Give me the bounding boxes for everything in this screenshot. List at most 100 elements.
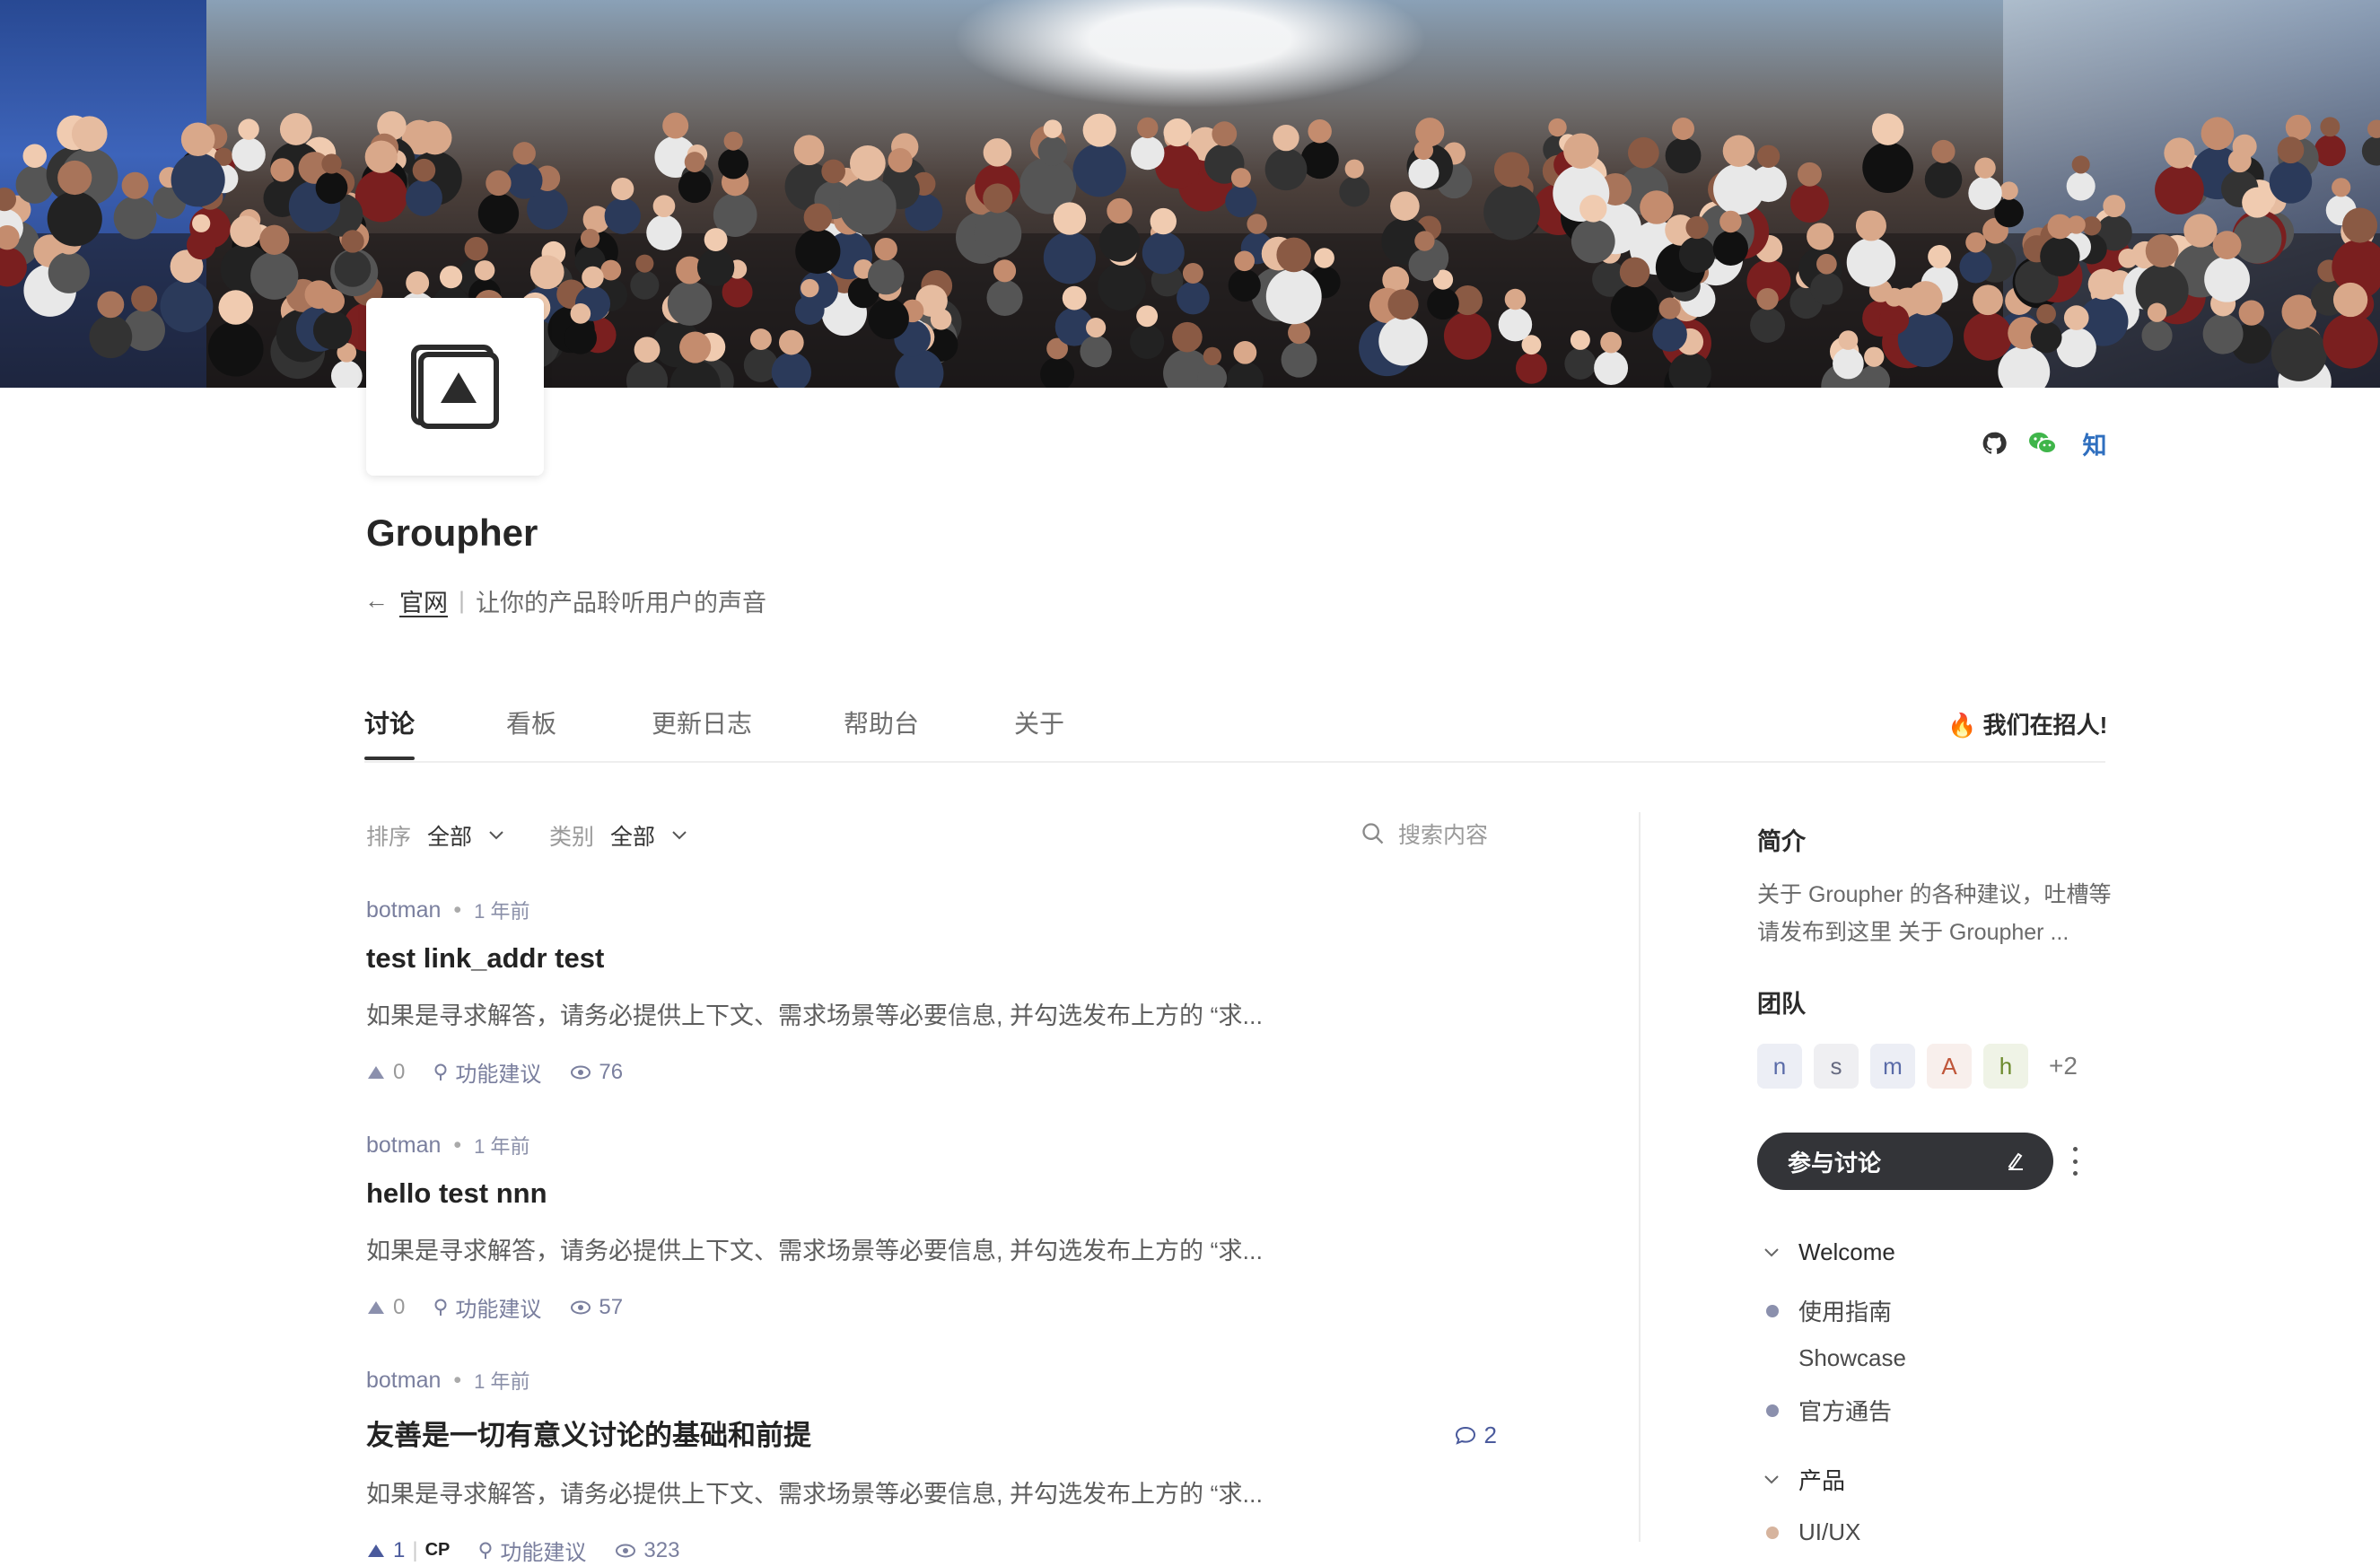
- tab-helpdesk[interactable]: 帮助台: [844, 704, 919, 740]
- upvote-triangle-icon: [368, 1300, 384, 1314]
- nav-group-product[interactable]: 产品: [1763, 1463, 1845, 1496]
- chevron-down-icon: [672, 831, 687, 840]
- join-label: 参与讨论: [1788, 1149, 1882, 1177]
- post-stats: 1 | CP 功能建议 323: [366, 1535, 1497, 1566]
- sort-filter[interactable]: 排序 全部: [366, 819, 504, 852]
- comments-value: 2: [1483, 1422, 1497, 1448]
- more-options-icon[interactable]: [2064, 1147, 2086, 1176]
- hiring-label: 我们在招人!: [1982, 712, 2108, 739]
- meta-dot: •: [453, 1367, 462, 1393]
- post-title[interactable]: 友善是一切有意义讨论的基础和前提: [366, 1413, 1497, 1453]
- page-title: Groupher: [366, 512, 538, 554]
- search-placeholder: 搜索内容: [1398, 823, 1489, 848]
- chevron-down-icon: [489, 831, 503, 840]
- bullet-dot: [1766, 1404, 1779, 1417]
- tab-discussion[interactable]: 讨论: [364, 704, 415, 740]
- avatar[interactable]: n: [1757, 1044, 1802, 1089]
- nav-group-label: 产品: [1798, 1467, 1846, 1494]
- back-arrow-icon[interactable]: ←: [364, 587, 389, 615]
- post-title[interactable]: hello test nnn: [366, 1177, 1497, 1210]
- nav-item-announcement[interactable]: 官方通告: [1766, 1394, 1892, 1427]
- eye-icon: [616, 1544, 636, 1557]
- eye-icon: [571, 1065, 591, 1079]
- tabs-divider: [364, 761, 2105, 763]
- tab-changelog[interactable]: 更新日志: [652, 704, 752, 740]
- post-item[interactable]: botman • 1 年前 hello test nnn 如果是寻求解答，请务必…: [366, 1131, 1497, 1323]
- category-value: 全部: [610, 825, 656, 850]
- category-label: 功能建议: [500, 1541, 587, 1565]
- tab-about[interactable]: 关于: [1014, 704, 1064, 740]
- meta-dot: •: [453, 897, 462, 923]
- tagline: 让你的产品聆听用户的声音: [476, 590, 767, 617]
- upvote-triangle-icon: [368, 1544, 384, 1557]
- upvote-count: 0: [393, 1294, 406, 1319]
- zhihu-icon[interactable]: 知: [2078, 425, 2111, 461]
- category-tag[interactable]: 功能建议: [433, 1291, 541, 1323]
- upvoter-avatar: CP: [424, 1540, 451, 1560]
- community-logo: [366, 298, 544, 476]
- post-meta: botman • 1 年前: [366, 896, 1497, 924]
- intro-text: 关于 Groupher 的各种建议，吐槽等请发布到这里 关于 Groupher …: [1757, 882, 2112, 945]
- nav-item-showcase[interactable]: Showcase: [1766, 1344, 1906, 1372]
- team-members: n s m A h +2: [1757, 1044, 2078, 1089]
- upvote-count: 0: [393, 1059, 406, 1084]
- tab-kanban[interactable]: 看板: [506, 704, 556, 740]
- post-meta: botman • 1 年前: [366, 1366, 1497, 1395]
- intro-heading: 简介: [1757, 828, 1806, 855]
- content-divider: [1639, 812, 1641, 1542]
- lightbulb-icon: [479, 1542, 492, 1559]
- category-filter[interactable]: 类别 全部: [549, 819, 687, 852]
- post-title[interactable]: test link_addr test: [366, 942, 1497, 975]
- category-label: 功能建议: [455, 1298, 542, 1322]
- active-tab-indicator: [364, 757, 415, 760]
- page-subtitle: ← 官网 | 让你的产品聆听用户的声音: [364, 583, 766, 618]
- chevron-down-icon: [1764, 1474, 1779, 1483]
- post-stats: 0 功能建议 57: [366, 1291, 1497, 1323]
- hiring-link[interactable]: 🔥 我们在招人!: [1947, 707, 2107, 740]
- nav-group-welcome[interactable]: Welcome: [1763, 1238, 1895, 1266]
- bullet-dot: [1766, 1526, 1779, 1539]
- nav-item-uiux[interactable]: UI/UX: [1766, 1518, 1860, 1546]
- nav-item-label: 使用指南: [1798, 1299, 1893, 1325]
- upvote-button[interactable]: 0: [366, 1060, 405, 1085]
- subtitle-separator: |: [459, 587, 466, 614]
- category-tag[interactable]: 功能建议: [478, 1535, 586, 1566]
- nav-item-guide[interactable]: 使用指南: [1766, 1294, 1892, 1327]
- category-tag[interactable]: 功能建议: [433, 1056, 541, 1088]
- views-value: 76: [599, 1059, 624, 1084]
- chevron-down-icon: [1764, 1247, 1779, 1256]
- post-item[interactable]: botman • 1 年前 2 友善是一切有意义讨论的基础和前提 如果是寻求解答…: [366, 1366, 1497, 1566]
- post-author[interactable]: botman: [366, 897, 441, 923]
- post-author[interactable]: botman: [366, 1368, 441, 1394]
- bullet-dot: [1766, 1304, 1779, 1317]
- wechat-icon[interactable]: [2025, 425, 2061, 461]
- category-label: 类别: [549, 825, 595, 850]
- avatar[interactable]: A: [1927, 1044, 1972, 1089]
- avatar[interactable]: s: [1814, 1044, 1859, 1089]
- edit-pen-icon: [2008, 1152, 2023, 1170]
- search-icon: [1362, 823, 1384, 844]
- nav-item-label: UI/UX: [1798, 1518, 1861, 1545]
- sort-value: 全部: [427, 825, 473, 850]
- post-desc: 如果是寻求解答，请务必提供上下文、需求场景等必要信息, 并勾选发布上方的 “求.…: [366, 1002, 1263, 1029]
- upvote-button[interactable]: 0: [366, 1295, 405, 1320]
- comment-bubble-icon: [1455, 1426, 1475, 1445]
- team-heading: 团队: [1757, 991, 1806, 1018]
- search-input[interactable]: 搜索内容: [1361, 818, 1488, 850]
- view-count: 76: [570, 1060, 623, 1085]
- post-author[interactable]: botman: [366, 1133, 441, 1159]
- post-item[interactable]: botman • 1 年前 test link_addr test 如果是寻求解…: [366, 896, 1497, 1088]
- sort-label: 排序: [366, 825, 412, 850]
- view-count: 57: [570, 1295, 623, 1320]
- website-link[interactable]: 官网: [399, 583, 448, 618]
- post-time: 1 年前: [474, 900, 530, 923]
- github-icon[interactable]: [1976, 425, 2012, 461]
- meta-dot: •: [453, 1132, 462, 1158]
- team-more-count[interactable]: +2: [2049, 1052, 2078, 1080]
- avatar[interactable]: h: [1983, 1044, 2028, 1089]
- avatar[interactable]: m: [1870, 1044, 1915, 1089]
- category-label: 功能建议: [455, 1063, 542, 1087]
- join-discussion-button[interactable]: 参与讨论: [1757, 1133, 2053, 1190]
- comment-count[interactable]: 2: [1454, 1422, 1497, 1449]
- lightbulb-icon: [434, 1063, 447, 1080]
